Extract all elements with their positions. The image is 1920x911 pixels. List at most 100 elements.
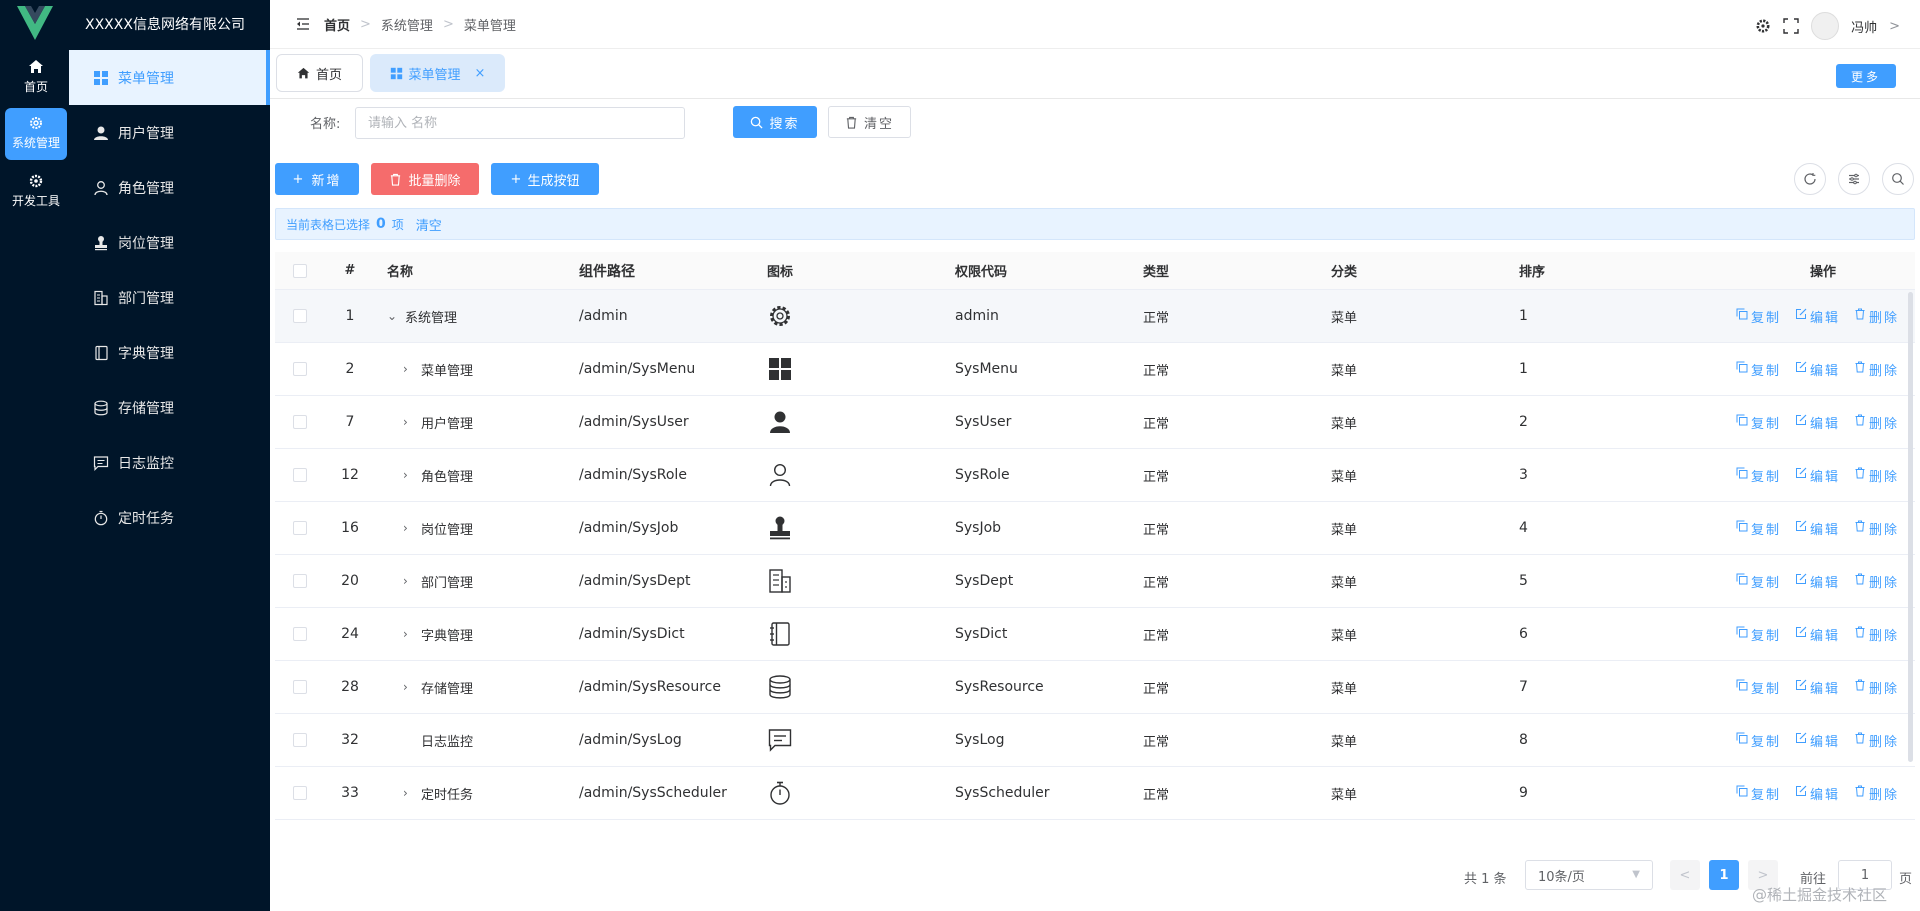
- edit-button[interactable]: 编辑: [1795, 678, 1840, 697]
- delete-button[interactable]: 删除: [1854, 784, 1899, 803]
- copy-button[interactable]: 复制: [1736, 572, 1781, 591]
- breadcrumb-item[interactable]: 系统管理: [381, 15, 433, 34]
- sidebar-item-log[interactable]: 日志监控: [69, 435, 270, 490]
- copy-button[interactable]: 复制: [1736, 360, 1781, 379]
- avatar[interactable]: [1811, 12, 1840, 40]
- sidebar-item-scheduler[interactable]: 定时任务: [69, 490, 270, 545]
- chevron-right-icon[interactable]: ›: [403, 521, 417, 535]
- search-input[interactable]: [355, 107, 685, 139]
- edit-button[interactable]: 编辑: [1795, 731, 1840, 750]
- row-checkbox[interactable]: [293, 627, 307, 641]
- chevron-right-icon[interactable]: ›: [403, 362, 417, 376]
- copy-button[interactable]: 复制: [1736, 519, 1781, 538]
- row-checkbox[interactable]: [293, 468, 307, 482]
- chevron-right-icon[interactable]: ›: [403, 468, 417, 482]
- edit-button[interactable]: 编辑: [1795, 360, 1840, 379]
- search-button[interactable]: 搜索: [733, 106, 817, 138]
- copy-button[interactable]: 复制: [1736, 678, 1781, 697]
- breadcrumb-item[interactable]: 首页: [324, 15, 350, 34]
- row-actions: 复制 编辑 删除: [1667, 784, 1915, 803]
- sidebar-item-user[interactable]: 用户管理: [69, 105, 270, 160]
- copy-button[interactable]: 复制: [1736, 307, 1781, 326]
- table-row[interactable]: 7 › 用户管理 /admin/SysUser SysUser 正常 菜单 2 …: [275, 396, 1915, 449]
- delete-button[interactable]: 删除: [1854, 625, 1899, 644]
- delete-button[interactable]: 删除: [1854, 413, 1899, 432]
- sidebar-item-job[interactable]: 岗位管理: [69, 215, 270, 270]
- batch-delete-button[interactable]: 批量删除: [371, 163, 479, 195]
- table-row[interactable]: 28 › 存储管理 /admin/SysResource SysResource…: [275, 661, 1915, 714]
- add-button[interactable]: + 新增: [275, 163, 359, 195]
- sidebar-item-dict[interactable]: 字典管理: [69, 325, 270, 380]
- chevron-right-icon[interactable]: ›: [403, 627, 417, 641]
- row-checkbox[interactable]: [293, 309, 307, 323]
- table-row[interactable]: 16 › 岗位管理 /admin/SysJob SysJob 正常 菜单 4 复…: [275, 502, 1915, 555]
- sidebar-item-menu[interactable]: 菜单管理: [69, 50, 270, 105]
- row-checkbox[interactable]: [293, 521, 307, 535]
- copy-button[interactable]: 复制: [1736, 466, 1781, 485]
- edit-button[interactable]: 编辑: [1795, 625, 1840, 644]
- edit-button[interactable]: 编辑: [1795, 572, 1840, 591]
- delete-button[interactable]: 删除: [1854, 731, 1899, 750]
- delete-button[interactable]: 删除: [1854, 466, 1899, 485]
- table-row[interactable]: 24 › 字典管理 /admin/SysDict SysDict 正常 菜单 6…: [275, 608, 1915, 661]
- generate-button[interactable]: + 生成按钮: [491, 163, 599, 195]
- sidebar-item-dept[interactable]: 部门管理: [69, 270, 270, 325]
- page-size-select[interactable]: 10条/页 ▼: [1525, 860, 1653, 890]
- chevron-down-icon[interactable]: ⌄: [387, 309, 401, 323]
- edit-button[interactable]: 编辑: [1795, 413, 1840, 432]
- table-row[interactable]: 2 › 菜单管理 /admin/SysMenu SysMenu 正常 菜单 1 …: [275, 343, 1915, 396]
- sidebar-item-storage[interactable]: 存储管理: [69, 380, 270, 435]
- select-all-checkbox[interactable]: [293, 263, 307, 278]
- more-button[interactable]: 更多: [1836, 64, 1896, 88]
- prev-page-button[interactable]: <: [1670, 860, 1700, 890]
- table-row[interactable]: 20 › 部门管理 /admin/SysDept SysDept 正常 菜单 5…: [275, 555, 1915, 608]
- settings-gear-icon[interactable]: [1755, 18, 1771, 34]
- table-row[interactable]: 1 ⌄ 系统管理 /admin admin 正常 菜单 1 复制 编辑 删除: [275, 290, 1915, 343]
- chevron-right-icon[interactable]: ›: [403, 680, 417, 694]
- clear-button[interactable]: 清空: [828, 106, 911, 138]
- copy-button[interactable]: 复制: [1736, 784, 1781, 803]
- rail-item-devtools[interactable]: 开发工具: [5, 166, 67, 218]
- sidebar-item-role[interactable]: 角色管理: [69, 160, 270, 215]
- edit-button[interactable]: 编辑: [1795, 519, 1840, 538]
- table-row[interactable]: 12 › 角色管理 /admin/SysRole SysRole 正常 菜单 3…: [275, 449, 1915, 502]
- table-scrollbar[interactable]: [1908, 292, 1913, 762]
- delete-button[interactable]: 删除: [1854, 519, 1899, 538]
- chevron-right-icon[interactable]: >: [1889, 19, 1900, 34]
- edit-button[interactable]: 编辑: [1795, 466, 1840, 485]
- copy-button[interactable]: 复制: [1736, 413, 1781, 432]
- tab-menu-management[interactable]: 菜单管理 ×: [370, 54, 505, 92]
- row-checkbox[interactable]: [293, 733, 307, 747]
- table-row[interactable]: 32 日志监控 /admin/SysLog SysLog 正常 菜单 8 复制 …: [275, 714, 1915, 767]
- username[interactable]: 冯帅: [1851, 17, 1877, 36]
- chevron-right-icon[interactable]: ›: [403, 786, 417, 800]
- table-row[interactable]: 33 › 定时任务 /admin/SysScheduler SysSchedul…: [275, 767, 1915, 820]
- row-checkbox[interactable]: [293, 415, 307, 429]
- row-checkbox[interactable]: [293, 680, 307, 694]
- toggle-search-button[interactable]: [1882, 163, 1914, 195]
- column-settings-button[interactable]: [1838, 163, 1870, 195]
- refresh-button[interactable]: [1794, 163, 1826, 195]
- rail-item-home[interactable]: 首页: [5, 52, 67, 104]
- clear-selection-link[interactable]: 清空: [416, 215, 442, 234]
- menu-fold-icon[interactable]: [296, 17, 310, 31]
- copy-button[interactable]: 复制: [1736, 731, 1781, 750]
- chevron-right-icon[interactable]: ›: [403, 574, 417, 588]
- rail-item-system[interactable]: 系统管理: [5, 108, 67, 160]
- delete-button[interactable]: 删除: [1854, 307, 1899, 326]
- delete-button[interactable]: 删除: [1854, 678, 1899, 697]
- edit-button[interactable]: 编辑: [1795, 784, 1840, 803]
- vue-logo-icon[interactable]: [17, 6, 53, 40]
- tab-home[interactable]: 首页: [276, 54, 363, 92]
- copy-button[interactable]: 复制: [1736, 625, 1781, 644]
- edit-button[interactable]: 编辑: [1795, 307, 1840, 326]
- fullscreen-icon[interactable]: [1783, 18, 1799, 34]
- close-icon[interactable]: ×: [475, 66, 486, 81]
- row-checkbox[interactable]: [293, 574, 307, 588]
- delete-button[interactable]: 删除: [1854, 572, 1899, 591]
- page-number-button[interactable]: 1: [1709, 860, 1739, 890]
- row-checkbox[interactable]: [293, 786, 307, 800]
- row-checkbox[interactable]: [293, 362, 307, 376]
- chevron-right-icon[interactable]: ›: [403, 415, 417, 429]
- delete-button[interactable]: 删除: [1854, 360, 1899, 379]
